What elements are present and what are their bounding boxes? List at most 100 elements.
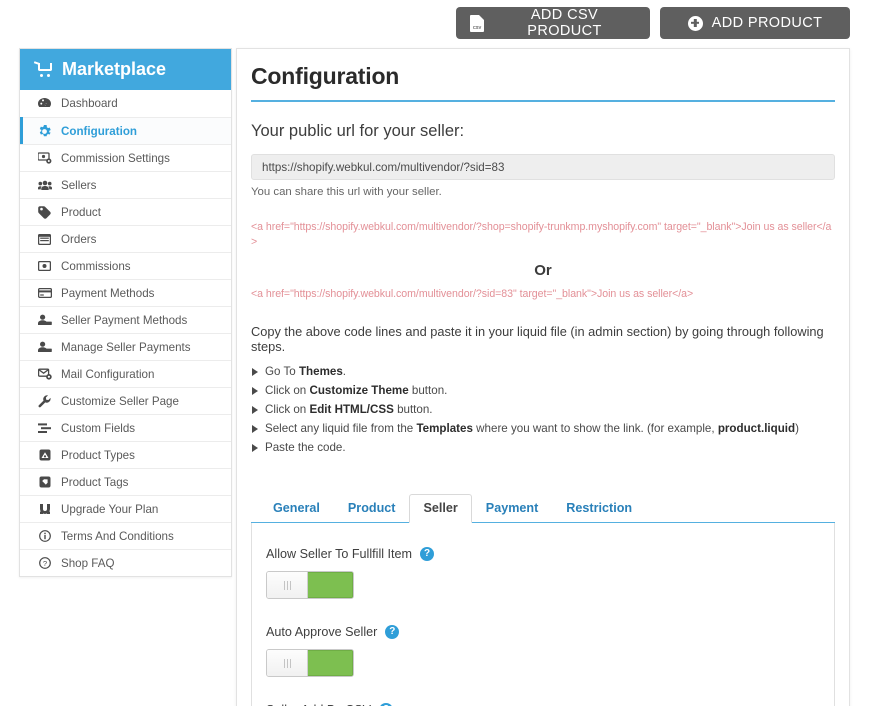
tab-restriction[interactable]: Restriction [552,494,646,523]
instruction-step: Click on Edit HTML/CSS button. [251,401,835,419]
sidebar-item-label: Dashboard [61,97,118,110]
wrench-icon [37,394,52,408]
user-card-icon [37,340,52,354]
sidebar-item-label: Sellers [61,178,97,192]
sidebar-item-label: Configuration [61,124,137,138]
sidebar-item-sellers[interactable]: Sellers [20,171,231,198]
content-panel: Configuration Your public url for your s… [236,48,850,706]
sidebar-item-label: Upgrade Your Plan [61,502,159,516]
setting-label: Auto Approve Seller [266,625,378,640]
question-icon: ? [37,556,52,570]
help-icon[interactable]: ? [420,547,435,562]
seller-settings-panel: Allow Seller To Fullfill Item? Auto Appro… [251,523,835,706]
step-text: Paste the code. [265,441,346,455]
app-page: ADD CSV PRODUCT ADD PRODUCT Marketplace … [0,0,870,706]
sidebar-item-label: Mail Configuration [61,367,155,381]
csv-file-icon [470,14,484,32]
step-bold: Templates [416,422,473,436]
sidebar-item-orders[interactable]: Orders [20,225,231,252]
sidebar-item-terms-and-conditions[interactable]: Terms And Conditions [20,522,231,549]
svg-text:?: ? [42,559,46,568]
sidebar-item-label: Product Types [61,448,135,462]
sidebar-item-product[interactable]: Product [20,198,231,225]
toggle-knob [267,572,308,599]
or-separator: Or [534,261,552,279]
info-icon [37,529,52,543]
sidebar-item-label: Commission Settings [61,151,170,165]
instruction-step: Go To Themes. [251,363,835,381]
setting-toggle[interactable] [266,571,354,600]
add-product-label: ADD PRODUCT [711,15,823,31]
sidebar-nav: Dashboard Configuration Commission Setting… [20,90,231,576]
sidebar-item-label: Customize Seller Page [61,394,179,408]
magnet-icon [37,502,52,516]
add-csv-product-button[interactable]: ADD CSV PRODUCT [456,7,650,39]
sidebar-item-label: Custom Fields [61,421,136,435]
tag-square-icon [37,475,52,489]
setting-label: Allow Seller To Fullfill Item [266,547,413,562]
dashboard-icon [37,97,52,111]
type-icon [37,448,52,462]
step-bold: Themes [298,365,343,379]
add-product-button[interactable]: ADD PRODUCT [660,7,850,39]
tab-general[interactable]: General [259,494,334,523]
tag-icon [37,205,52,219]
seller-settings-list: Allow Seller To Fullfill Item? Auto Appro… [266,547,834,706]
embed-code-line-2[interactable]: <a href="https://shopify.webkul.com/mult… [251,287,835,302]
sidebar-item-label: Seller Payment Methods [61,313,188,327]
tab-product[interactable]: Product [334,494,410,523]
sidebar-item-product-types[interactable]: Product Types [20,441,231,468]
sidebar-item-product-tags[interactable]: Product Tags [20,468,231,495]
toggle-knob [267,650,308,677]
money-gear-icon [37,151,52,165]
toggle-track-on [308,650,353,677]
sidebar-item-configuration[interactable]: Configuration [20,117,231,145]
public-url-field[interactable]: https://shopify.webkul.com/multivendor/?… [251,154,835,180]
sidebar: Marketplace Dashboard Configuration Commis… [19,48,232,577]
mail-gear-icon [37,367,52,381]
public-url-label: Your public url for your seller: [251,122,465,140]
window-icon [37,232,52,246]
sidebar-item-label: Payment Methods [61,286,155,300]
setting-toggle[interactable] [266,649,354,678]
sidebar-item-seller-payment-methods[interactable]: Seller Payment Methods [20,306,231,333]
shopping-cart-icon [33,61,53,77]
sidebar-item-commissions[interactable]: Commissions [20,252,231,279]
sidebar-item-dashboard[interactable]: Dashboard [20,90,231,117]
sidebar-item-custom-fields[interactable]: Custom Fields [20,414,231,441]
credit-card-icon [37,286,52,300]
settings-tabs-wrapper: General Product Seller Payment Restriction A… [251,493,835,706]
sidebar-item-label: Manage Seller Payments [61,340,191,354]
sidebar-header: Marketplace [20,49,231,90]
sidebar-item-label: Terms And Conditions [61,529,174,543]
sidebar-item-label: Product Tags [61,475,129,489]
gear-icon [37,124,52,138]
step-bold: product.liquid [717,422,796,436]
user-card-icon [37,313,52,327]
plus-circle-icon [687,15,703,31]
page-title: Configuration [251,63,835,102]
sidebar-item-customize-seller-page[interactable]: Customize Seller Page [20,387,231,414]
sidebar-item-shop-faq[interactable]: ? Shop FAQ [20,549,231,576]
instruction-step: Select any liquid file from the Template… [251,420,835,438]
step-bold: Customize Theme [309,384,409,398]
setting-label-row: Allow Seller To Fullfill Item? [266,547,834,562]
embed-code-line-1[interactable]: <a href="https://shopify.webkul.com/mult… [251,220,835,250]
add-csv-product-label: ADD CSV PRODUCT [527,7,602,39]
sidebar-item-label: Orders [61,232,97,246]
step-text: Click on [265,384,310,398]
tab-seller[interactable]: Seller [409,494,472,524]
sidebar-item-commission-settings[interactable]: Commission Settings [20,144,231,171]
step-bold: Edit HTML/CSS [309,403,394,417]
copy-instruction-note: Copy the above code lines and paste it i… [251,324,824,355]
tab-payment[interactable]: Payment [472,494,553,523]
settings-tabs: General Product Seller Payment Restriction [251,493,835,524]
step-text: Click on [265,403,310,417]
top-action-bar: ADD CSV PRODUCT ADD PRODUCT [0,7,870,41]
sidebar-item-payment-methods[interactable]: Payment Methods [20,279,231,306]
sidebar-item-manage-seller-payments[interactable]: Manage Seller Payments [20,333,231,360]
sidebar-item-upgrade-your-plan[interactable]: Upgrade Your Plan [20,495,231,522]
help-icon[interactable]: ? [385,625,400,640]
sidebar-item-mail-configuration[interactable]: Mail Configuration [20,360,231,387]
setting-label-row: Auto Approve Seller? [266,625,834,640]
